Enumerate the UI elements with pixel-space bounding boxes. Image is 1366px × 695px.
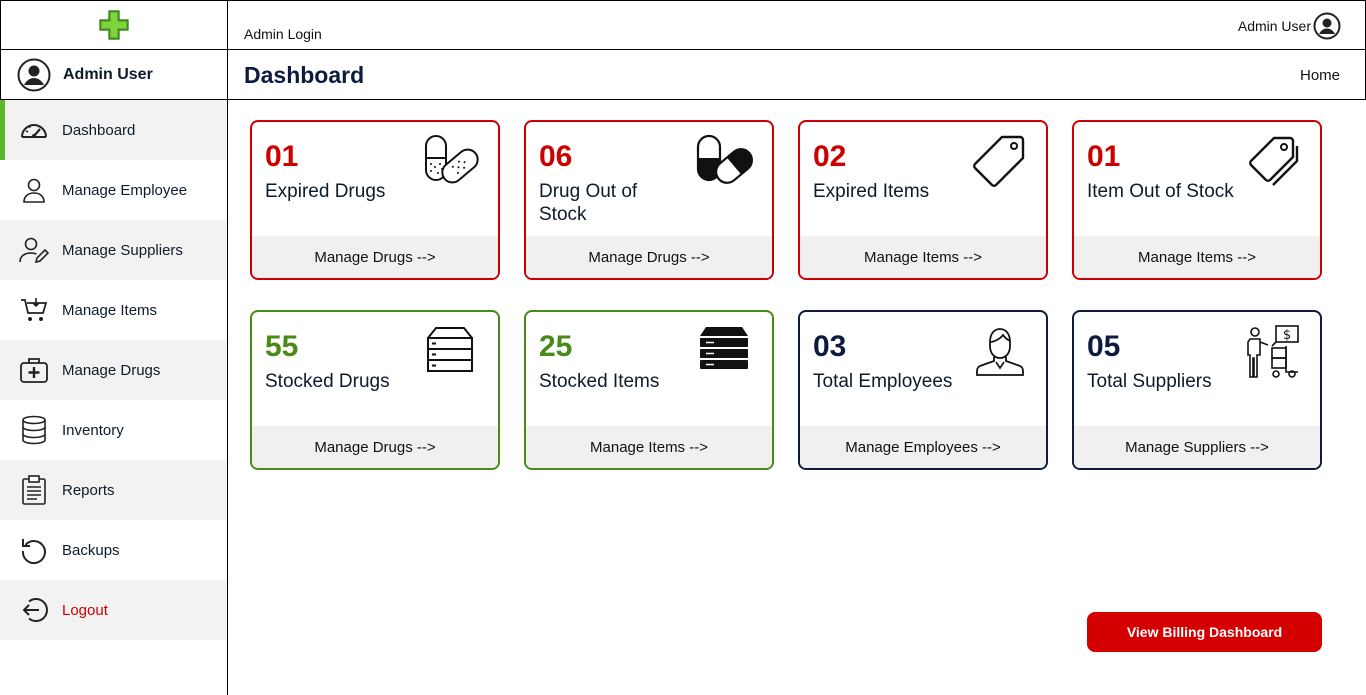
- card-stocked-items[interactable]: 25 Stocked Items Manage Items -->: [524, 310, 774, 470]
- breadcrumb: Admin Login: [244, 26, 322, 42]
- card-link[interactable]: Manage Drugs -->: [526, 236, 772, 278]
- card-count: 06: [539, 140, 573, 173]
- user-edit-icon: [19, 237, 50, 264]
- sidebar-item-manage-suppliers[interactable]: Manage Suppliers: [0, 220, 227, 280]
- card-total-suppliers[interactable]: 05 Total Suppliers $ Manage Suppliers --…: [1072, 310, 1322, 470]
- card-label: Stocked Drugs: [265, 371, 390, 392]
- card-stocked-drugs[interactable]: 55 Stocked Drugs Manage Drugs -->: [250, 310, 500, 470]
- sidebar-item-label: Manage Drugs: [62, 361, 161, 379]
- sidebar-item-dashboard[interactable]: Dashboard: [0, 100, 227, 160]
- card-link[interactable]: Manage Drugs -->: [252, 236, 498, 278]
- tag-icon: [973, 135, 1025, 187]
- card-link[interactable]: Manage Items -->: [1074, 236, 1320, 278]
- card-link[interactable]: Manage Items -->: [800, 236, 1046, 278]
- card-link[interactable]: Manage Suppliers -->: [1074, 426, 1320, 468]
- card-label: Stocked Items: [539, 371, 660, 392]
- card-count: 25: [539, 330, 573, 363]
- sidebar-item-inventory[interactable]: Inventory: [0, 400, 227, 460]
- medical-kit-icon: [20, 358, 48, 383]
- sidebar-item-reports[interactable]: Reports: [0, 460, 227, 520]
- card-count: 02: [813, 140, 847, 173]
- sidebar-item-label: Manage Items: [62, 301, 158, 319]
- card-label: Expired Drugs: [265, 181, 386, 202]
- sidebar-item-label: Logout: [62, 601, 108, 619]
- card-expired-items[interactable]: 02 Expired Items Manage Items -->: [798, 120, 1048, 280]
- sidebar-item-manage-drugs[interactable]: Manage Drugs: [0, 340, 227, 400]
- card-link[interactable]: Manage Items -->: [526, 426, 772, 468]
- card-count: 05: [1087, 330, 1121, 363]
- card-count: 03: [813, 330, 847, 363]
- sidebar: Dashboard Manage Employee Manage Supplie…: [0, 100, 228, 695]
- card-link[interactable]: Manage Employees -->: [800, 426, 1046, 468]
- card-label: Drug Out of Stock: [539, 181, 638, 225]
- card-label: Total Employees: [813, 371, 953, 392]
- restore-icon: [21, 539, 46, 564]
- card-link[interactable]: Manage Drugs -->: [252, 426, 498, 468]
- card-label: Total Suppliers: [1087, 371, 1212, 392]
- sidebar-user: Admin User: [0, 49, 228, 100]
- sidebar-item-label: Backups: [62, 541, 120, 559]
- card-count: 55: [265, 330, 299, 363]
- header-user-name[interactable]: Admin User: [1238, 18, 1311, 34]
- sidebar-item-logout[interactable]: Logout: [0, 580, 227, 640]
- card-expired-drugs[interactable]: 01 Expired Drugs Manage Drugs -->: [250, 120, 500, 280]
- capsule-icon: [696, 134, 753, 184]
- sidebar-user-name: Admin User: [63, 65, 153, 83]
- card-item-out-of-stock[interactable]: 01 Item Out of Stock Manage Items -->: [1072, 120, 1322, 280]
- card-drug-out-of-stock[interactable]: 06 Drug Out of Stock Manage Drugs -->: [524, 120, 774, 280]
- user-icon: [23, 178, 45, 203]
- view-billing-dashboard-button[interactable]: View Billing Dashboard: [1087, 612, 1322, 652]
- speedometer-icon: [21, 124, 47, 138]
- top-bar: Admin Login Admin User: [227, 0, 1366, 50]
- server-stack-icon: [700, 327, 748, 369]
- sidebar-item-label: Manage Suppliers: [62, 241, 183, 259]
- page-header: Dashboard Home: [227, 49, 1366, 100]
- sidebar-item-label: Reports: [62, 481, 115, 499]
- database-icon: [22, 415, 46, 445]
- sidebar-item-manage-employee[interactable]: Manage Employee: [0, 160, 227, 220]
- logo-cell: [0, 0, 228, 50]
- card-label: Item Out of Stock: [1087, 181, 1234, 202]
- logout-icon: [22, 598, 48, 622]
- medical-cross-logo-icon: [99, 10, 129, 40]
- sidebar-item-label: Inventory: [62, 421, 124, 439]
- sidebar-item-manage-items[interactable]: Manage Items: [0, 280, 227, 340]
- pills-icon: [425, 135, 479, 184]
- svg-text:$: $: [1283, 328, 1291, 343]
- tags-icon: [1249, 136, 1299, 186]
- card-total-employees[interactable]: 03 Total Employees Manage Employees -->: [798, 310, 1048, 470]
- page-title: Dashboard: [244, 62, 365, 88]
- supplier-icon: $: [1247, 325, 1299, 378]
- sidebar-item-label: Dashboard: [62, 121, 136, 139]
- sidebar-item-backups[interactable]: Backups: [0, 520, 227, 580]
- sidebar-item-label: Manage Employee: [62, 181, 188, 199]
- storage-icon: [427, 327, 473, 372]
- employee-icon: [976, 328, 1024, 376]
- card-label: Expired Items: [813, 181, 930, 202]
- home-link[interactable]: Home: [1300, 67, 1340, 84]
- user-avatar-icon[interactable]: [1313, 12, 1341, 40]
- cart-icon: [21, 298, 48, 321]
- clipboard-icon: [22, 475, 46, 505]
- card-count: 01: [265, 140, 299, 173]
- user-avatar-icon: [17, 58, 51, 91]
- card-count: 01: [1087, 140, 1121, 173]
